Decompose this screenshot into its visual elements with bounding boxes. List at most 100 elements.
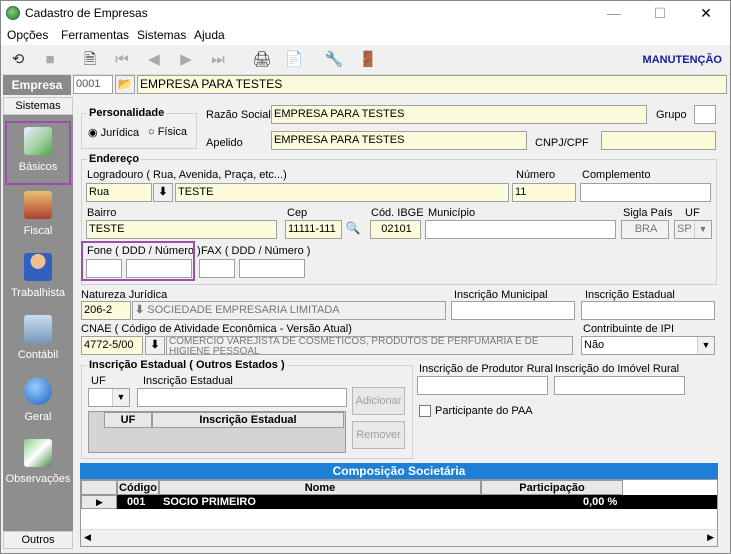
grupo-label: Grupo: [656, 109, 687, 121]
horizontal-scrollbar[interactable]: ◀ ▶: [81, 529, 717, 546]
menu-ajuda[interactable]: Ajuda: [194, 28, 225, 42]
scroll-right-icon[interactable]: ▶: [707, 532, 714, 543]
paa-checkbox[interactable]: [419, 405, 431, 417]
scroll-left-icon[interactable]: ◀: [84, 532, 91, 543]
apelido-label: Apelido: [206, 137, 243, 149]
logradouro-input[interactable]: TESTE: [175, 183, 509, 202]
col-uf: UF: [104, 412, 152, 428]
complemento-input[interactable]: [580, 183, 711, 202]
bairro-input[interactable]: TESTE: [86, 220, 277, 239]
menu-ferramentas[interactable]: Ferramentas: [61, 28, 129, 42]
adicionar-button[interactable]: Adicionar: [352, 387, 405, 415]
empresa-code[interactable]: 0001: [73, 75, 113, 94]
sidebar-item-label: Fiscal: [23, 225, 53, 237]
sidebar-item-contabil[interactable]: Contábil: [3, 309, 73, 369]
paa-label: Participante do PAA: [435, 405, 533, 417]
fax-ddd-input[interactable]: [199, 259, 235, 278]
produtor-rural-label: Inscrição de Produtor Rural: [419, 363, 553, 375]
insc-estadual-input[interactable]: [581, 301, 715, 320]
numero-input[interactable]: 11: [512, 183, 576, 202]
tools-icon[interactable]: 🔧: [323, 50, 345, 70]
row-participacao: 0,00 %: [583, 496, 618, 508]
personalidade-title: Personalidade: [87, 107, 167, 119]
radio-juridica[interactable]: ◉ Jurídica: [88, 126, 139, 139]
report-icon[interactable]: 📄: [283, 50, 305, 70]
imovel-rural-label: Inscrição do Imóvel Rural: [555, 363, 680, 375]
maximize-icon[interactable]: ☐: [637, 1, 683, 25]
outros-ie-input[interactable]: [137, 388, 347, 407]
produtor-rural-input[interactable]: [417, 376, 548, 395]
next-record-icon[interactable]: ▶: [175, 50, 197, 70]
radio-fisica[interactable]: ○ Física: [148, 126, 187, 138]
ipi-select[interactable]: Não ▼: [581, 336, 715, 355]
prev-record-icon[interactable]: ◀: [143, 50, 165, 70]
open-folder-icon[interactable]: 📂: [115, 75, 135, 94]
binoculars-icon[interactable]: 🔍: [343, 220, 363, 239]
col-inscricao: Inscrição Estadual: [152, 412, 344, 428]
sidebar-item-trabalhista[interactable]: Trabalhista: [3, 247, 73, 307]
grid-corner: [81, 480, 117, 495]
endereco-title: Endereço: [87, 153, 142, 165]
cep-input[interactable]: 11111-111: [285, 220, 342, 239]
minimize-icon[interactable]: —: [591, 1, 637, 25]
download-icon[interactable]: ⬇: [145, 336, 165, 355]
preview-icon[interactable]: 🗎: [79, 50, 101, 70]
grupo-input[interactable]: [694, 105, 716, 124]
cep-label: Cep: [287, 207, 308, 219]
tipo-logradouro-input[interactable]: Rua: [86, 183, 152, 202]
fone-highlight: [81, 241, 195, 281]
fax-number-input[interactable]: [239, 259, 305, 278]
cnpj-input[interactable]: [601, 131, 716, 150]
last-record-icon[interactable]: ⏭: [207, 50, 229, 70]
sidebar-header: Sistemas: [3, 97, 73, 115]
outros-uf-label: UF: [91, 375, 106, 387]
menu-sistemas[interactable]: Sistemas: [137, 28, 186, 42]
sidebar-item-geral[interactable]: Geral: [3, 371, 73, 431]
outros-estados-title: Inscrição Estadual ( Outros Estados ): [87, 359, 287, 371]
radio-label: Jurídica: [100, 127, 140, 139]
municipio-label: Município: [428, 207, 476, 219]
razao-label: Razão Social: [206, 109, 271, 121]
empresa-bar: Empresa 0001 📂 EMPRESA PARA TESTES: [1, 75, 730, 95]
municipio-input[interactable]: [425, 220, 616, 239]
ipi-value: Não: [584, 339, 605, 351]
pais-input[interactable]: BRA: [621, 220, 669, 239]
first-record-icon[interactable]: ⏮: [111, 50, 133, 70]
cnae-code-input[interactable]: 4772-5/00: [81, 336, 143, 355]
app-icon: [6, 6, 20, 20]
outros-uf-select[interactable]: ▼: [88, 388, 130, 407]
uf-select[interactable]: SP ▼: [674, 220, 712, 239]
print-icon[interactable]: 🖨: [251, 50, 273, 70]
menu-opcoes[interactable]: Opções: [7, 28, 48, 42]
ibge-input[interactable]: 02101: [370, 220, 421, 239]
window-title: Cadastro de Empresas: [25, 6, 148, 20]
exit-icon[interactable]: 🚪: [357, 50, 379, 70]
radio-label: Física: [157, 126, 188, 138]
remover-button[interactable]: Remover: [352, 421, 405, 449]
download-icon[interactable]: ⬇: [153, 183, 173, 202]
table-row[interactable]: 001 SOCIO PRIMEIRO 0,00 %: [117, 495, 717, 509]
close-icon[interactable]: ✕: [683, 1, 729, 25]
empresa-label: Empresa: [3, 75, 71, 95]
sidebar-item-fiscal[interactable]: Fiscal: [3, 185, 73, 245]
insc-municipal-input[interactable]: [451, 301, 575, 320]
imovel-rural-input[interactable]: [554, 376, 685, 395]
chevron-down-icon: ▼: [694, 221, 711, 238]
col-nome: Nome: [159, 480, 481, 495]
sidebar-item-observacoes[interactable]: Observações: [3, 433, 73, 493]
empresa-name[interactable]: EMPRESA PARA TESTES: [137, 75, 727, 94]
razao-input[interactable]: EMPRESA PARA TESTES: [271, 105, 647, 124]
natureza-code-input[interactable]: 206-2: [81, 301, 131, 320]
sidebar-item-label: Observações: [5, 473, 71, 485]
apelido-input[interactable]: EMPRESA PARA TESTES: [271, 131, 527, 150]
calculator-icon: [24, 315, 52, 343]
sidebar-item-label: Geral: [24, 411, 52, 423]
row-nome: SOCIO PRIMEIRO: [163, 496, 256, 508]
menu-bar: Opções Ferramentas Sistemas Ajuda: [1, 25, 730, 45]
undo-icon[interactable]: ⟲: [7, 50, 29, 70]
sidebar-footer[interactable]: Outros: [3, 531, 73, 549]
selection-highlight: [5, 121, 71, 185]
stop-icon[interactable]: ■: [39, 50, 61, 70]
composicao-title: Composição Societária: [80, 463, 718, 479]
info-icon: [24, 377, 52, 405]
